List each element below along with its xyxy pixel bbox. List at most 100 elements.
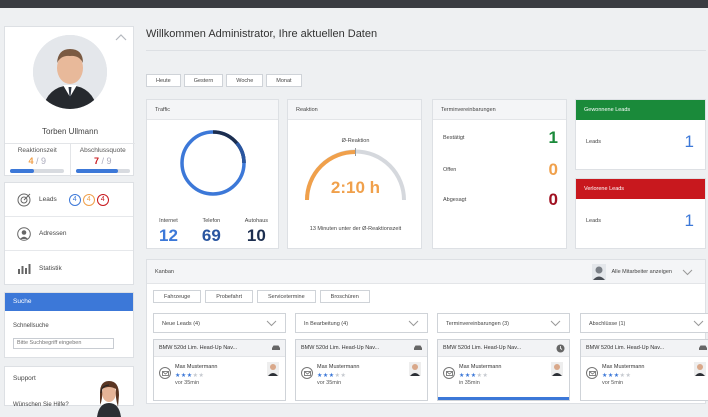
chevron-down-icon: [408, 320, 419, 327]
traffic-panel: Traffic Internet 12 Telefon 69 Autohaus …: [146, 99, 279, 249]
lead-car: BMW 520d Lim. Head-Up Nav...: [159, 345, 238, 351]
filter-probefahrt[interactable]: Probefahrt: [205, 290, 253, 303]
lead-time: in 35min: [459, 380, 480, 386]
lead-car: BMW 520d Lim. Head-Up Nav...: [301, 345, 380, 351]
profile-name: Torben Ullmann: [41, 127, 99, 136]
sidebar-item-label: Adressen: [39, 230, 67, 237]
lost-leads-panel: Verlorene Leads Leads 1: [575, 178, 706, 249]
sidebar-item-adressen[interactable]: Adressen: [5, 217, 133, 251]
lead-car: BMW 520d Lim. Head-Up Nav...: [586, 345, 665, 351]
column-header[interactable]: Neue Leads (4): [153, 313, 286, 333]
won-leads-panel: Gewonnene Leads Leads 1: [575, 99, 706, 170]
kpi-row: Reaktionszeit 4 / 9 Abschlussquote 7 / 9: [5, 143, 135, 177]
kanban-column-abschluesse: Abschlüsse (1) BMW 520d Lim. Head-Up Nav…: [580, 313, 708, 401]
all-employees-toggle[interactable]: Alle Mitarbeiter anzeigen: [592, 264, 693, 280]
traffic-stat-telefon: Telefon 69: [202, 218, 221, 246]
stat-label: Internet: [159, 218, 178, 224]
rating-stars: ★★★★★: [175, 373, 205, 379]
panel-title: Traffic: [147, 100, 278, 120]
lead-time: vor 35min: [175, 380, 200, 386]
sidebar-item-statistik[interactable]: Statistik: [5, 251, 133, 285]
lead-badge-blue: 4: [68, 193, 81, 206]
stat-value: 12: [158, 226, 178, 245]
mail-icon: [159, 367, 171, 379]
car-icon: [699, 345, 707, 350]
leads-label: Leads: [586, 139, 601, 145]
period-button-gestern[interactable]: Gestern: [183, 74, 224, 87]
lead-card[interactable]: BMW 520d Lim. Head-Up Nav... Max Musterm…: [295, 339, 428, 401]
search-title: Suche: [5, 293, 133, 311]
assignee-avatar: [694, 362, 706, 376]
search-label: Schnellsuche: [13, 323, 49, 329]
kanban-column-in-bearbeitung: In Bearbeitung (4) BMW 520d Lim. Head-Up…: [295, 313, 428, 401]
row-value: 0: [548, 160, 558, 179]
lead-card[interactable]: BMW 520d Lim. Head-Up Nav... Max Musterm…: [153, 339, 286, 401]
kanban-filters: Fahrzeuge Probefahrt Servicetermine Bros…: [153, 290, 370, 303]
column-title: Terminvereinbarungen (3): [446, 321, 509, 327]
kpi-total: / 9: [101, 156, 112, 166]
chevron-up-icon[interactable]: [115, 33, 127, 41]
lead-car: BMW 520d Lim. Head-Up Nav...: [443, 345, 522, 351]
filter-servicetermine[interactable]: Servicetermine: [256, 290, 316, 303]
stat-value: 10: [246, 226, 266, 245]
top-bar: [0, 0, 708, 8]
lead-time: vor 35min: [317, 380, 342, 386]
kanban-column-neue-leads: Neue Leads (4) BMW 520d Lim. Head-Up Nav…: [153, 313, 286, 401]
column-header[interactable]: Abschlüsse (1): [580, 313, 708, 333]
period-button-woche[interactable]: Woche: [226, 74, 264, 87]
termine-row-bestaetigt: Bestätigt 1: [443, 128, 558, 148]
lead-name: Max Mustermann: [317, 364, 360, 370]
chevron-down-icon: [266, 320, 277, 327]
search-input[interactable]: [13, 337, 114, 349]
lead-badges: 4 4 4: [68, 193, 109, 206]
kpi-value: 7: [93, 156, 99, 166]
traffic-ring: [180, 130, 246, 196]
period-button-monat[interactable]: Monat: [266, 74, 302, 87]
stat-label: Telefon: [202, 218, 221, 224]
panel-title: Reaktion: [288, 100, 421, 120]
kpi-total: / 9: [36, 156, 47, 166]
column-title: Neue Leads (4): [162, 321, 200, 327]
reaktion-panel: Reaktion Ø-Reaktion 2:10 h 13 Minuten un…: [287, 99, 422, 249]
kpi-label: Abschlussquote: [79, 147, 126, 154]
sidebar-nav: Leads 4 4 4 Adressen Statistik: [4, 182, 134, 285]
sidebar-item-label: Statistik: [39, 264, 62, 272]
lead-card[interactable]: BMW 520d Lim. Head-Up Nav... Max Musterm…: [580, 339, 708, 401]
traffic-stat-autohaus: Autohaus 10: [245, 218, 268, 246]
avatar: [33, 35, 107, 109]
kpi-value: 4: [28, 156, 34, 166]
leads-value: 1: [684, 132, 694, 151]
lead-card[interactable]: BMW 520d Lim. Head-Up Nav... Max Musterm…: [437, 339, 570, 401]
panel-title: Verlorene Leads: [576, 179, 705, 199]
row-label: Bestätigt: [443, 135, 465, 141]
all-employees-label: Alle Mitarbeiter anzeigen: [611, 269, 672, 275]
column-header[interactable]: In Bearbeitung (4): [295, 313, 428, 333]
rating-stars: ★★★★★: [459, 373, 489, 379]
chevron-down-icon: [693, 320, 704, 327]
period-filter: Heute Gestern Woche Monat: [146, 74, 302, 87]
row-label: Abgesagt: [443, 197, 467, 203]
lead-badge-orange: 4: [82, 193, 95, 206]
lead-name: Max Mustermann: [602, 364, 645, 370]
panel-title: Gewonnene Leads: [576, 100, 705, 120]
filter-broschueren[interactable]: Broschüren: [319, 290, 370, 303]
traffic-stat-internet: Internet 12: [159, 218, 178, 246]
termine-panel: Terminvereinbarungen Bestätigt 1 Offen 0…: [432, 99, 567, 249]
kpi-reaktionszeit: Reaktionszeit 4 / 9: [5, 144, 70, 177]
employee-avatar-icon: [592, 264, 607, 280]
rating-stars: ★★★★★: [317, 373, 347, 379]
termine-row-offen: Offen 0: [443, 160, 558, 180]
column-header[interactable]: Terminvereinbarungen (3): [437, 313, 570, 333]
filter-fahrzeuge[interactable]: Fahrzeuge: [153, 290, 202, 303]
clock-icon: [556, 344, 565, 353]
row-value: 0: [548, 190, 558, 209]
kpi-progress-fill: [10, 169, 34, 173]
mail-icon: [301, 367, 313, 379]
mail-icon: [586, 367, 598, 379]
period-button-heute[interactable]: Heute: [146, 74, 181, 87]
kanban-column-terminvereinbarungen: Terminvereinbarungen (3) BMW 520d Lim. H…: [437, 313, 570, 401]
kpi-abschlussquote: Abschlussquote 7 / 9: [69, 144, 136, 177]
sidebar-item-leads[interactable]: Leads 4 4 4: [5, 183, 133, 217]
profile-card: Torben Ullmann Reaktionszeit 4 / 9 Absch…: [4, 26, 135, 177]
reaktion-time: 2:10 h: [330, 178, 381, 197]
